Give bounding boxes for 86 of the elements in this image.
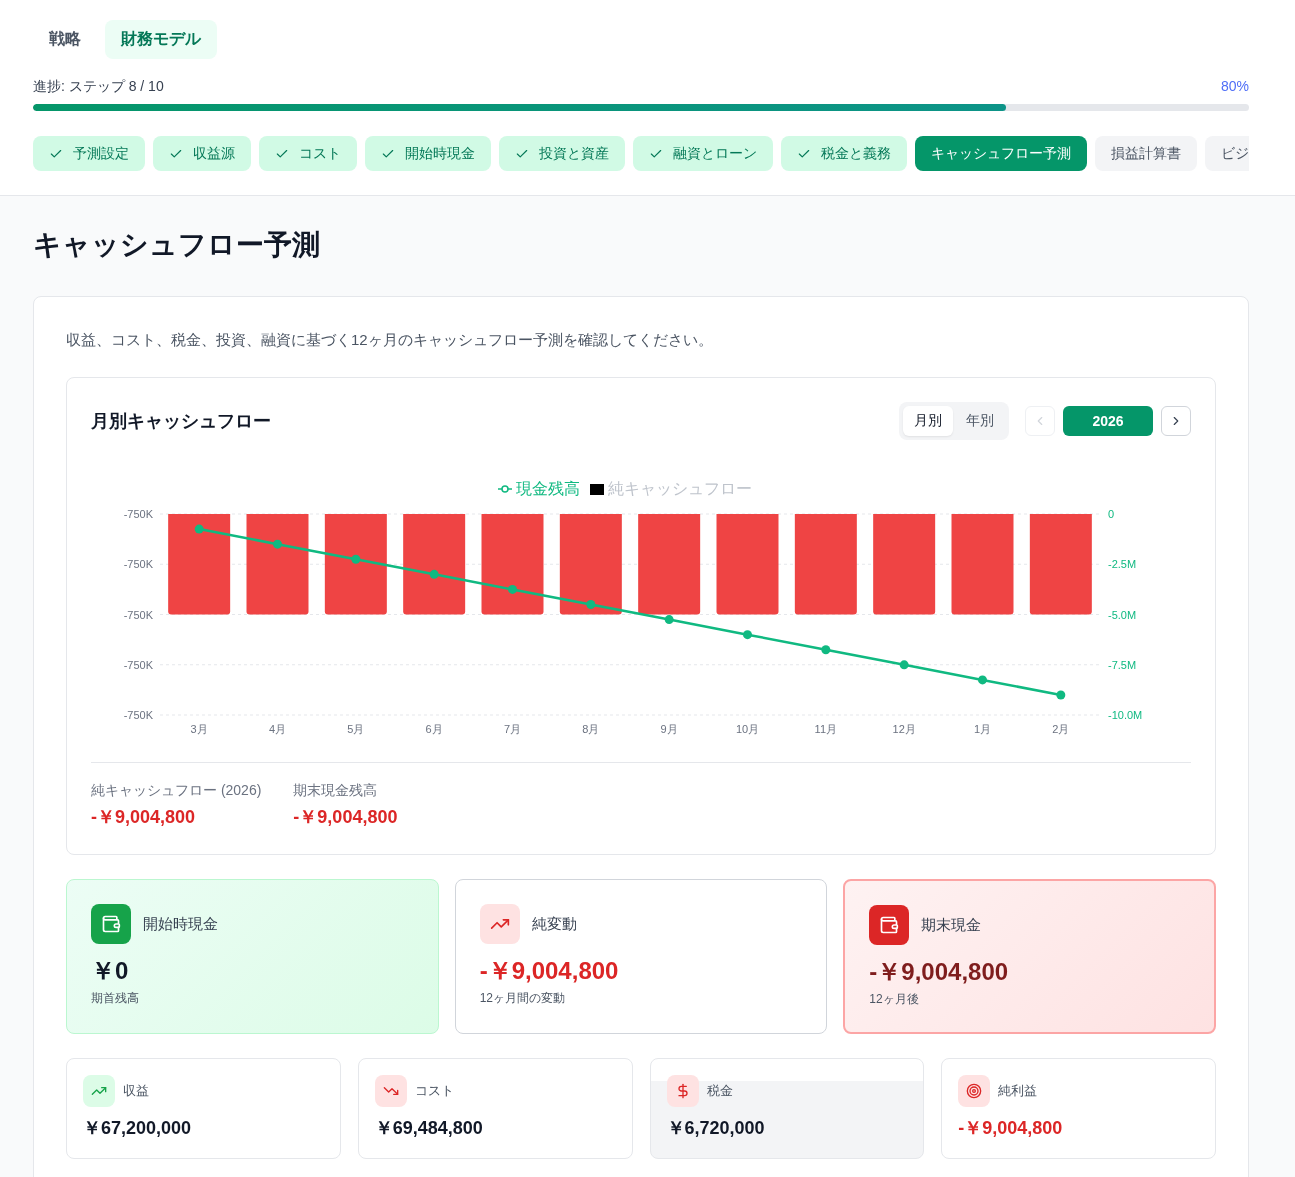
legend-line-icon <box>498 485 512 493</box>
legend-square-icon <box>590 483 604 495</box>
data-point <box>978 675 987 685</box>
tab[interactable]: 戦略 <box>33 20 97 59</box>
data-point <box>351 554 361 564</box>
trend-up-icon <box>479 904 520 944</box>
data-point <box>1056 690 1066 700</box>
wallet-icon <box>91 904 131 944</box>
step-chip[interactable]: 投資と資産 <box>499 136 625 171</box>
axis-label: -10.0M <box>1108 709 1143 721</box>
data-point <box>194 524 204 534</box>
step-chip[interactable]: ビジ <box>1205 136 1249 171</box>
step-chip[interactable]: 税金と義務 <box>781 136 907 171</box>
axis-label: -750K <box>123 508 153 520</box>
data-point <box>586 600 596 609</box>
step-chip[interactable]: 損益計算書 <box>1095 136 1197 171</box>
page-title: キャッシュフロー予測 <box>33 228 321 262</box>
stat-caption: 12ヶ月後 <box>869 991 920 1008</box>
axis-label: -7.5M <box>1108 658 1137 671</box>
data-point <box>273 539 282 549</box>
stat-label: 開始時現金 <box>143 914 218 934</box>
axis-label: 12月 <box>892 723 916 735</box>
view-option[interactable]: 月別 <box>903 406 953 436</box>
axis-label: 0 <box>1108 508 1115 520</box>
data-point <box>821 645 831 655</box>
progress-percent: 80% <box>1220 77 1249 96</box>
stat-label: 期末現金 <box>921 915 982 935</box>
axis-label: -750K <box>123 608 153 621</box>
axis-label: 2月 <box>1052 723 1070 735</box>
progress-label: 進捗: ステップ 8 / 10 <box>33 77 164 96</box>
stat-value: ￥0 <box>91 956 130 986</box>
trend-down-icon <box>374 1075 407 1107</box>
stat-label: 純変動 <box>531 914 577 934</box>
stat-caption: 12ヶ月間の変動 <box>479 990 566 1007</box>
summary-value: -￥9,004,800 <box>91 806 197 829</box>
trend-up-icon <box>83 1075 115 1107</box>
step-chip[interactable]: 予測設定 <box>33 136 145 171</box>
stat-value: -￥9,004,800 <box>869 957 1010 987</box>
axis-label: 8月 <box>582 723 600 735</box>
axis-label: 1月 <box>973 723 992 735</box>
axis-label: 3月 <box>190 723 208 735</box>
data-point <box>899 660 909 670</box>
data-point <box>664 615 674 625</box>
axis-label: -750K <box>123 709 153 721</box>
axis-label: 7月 <box>503 723 522 735</box>
axis-label: 4月 <box>268 723 287 735</box>
metric-label: 収益 <box>123 1082 149 1100</box>
axis-label: 6月 <box>425 723 443 735</box>
step-chip[interactable]: キャッシュフロー予測 <box>915 136 1087 171</box>
stat-value: -￥9,004,800 <box>479 956 620 986</box>
step-chip[interactable]: 融資とローン <box>633 136 773 171</box>
summary-label: 純キャッシュフロー (2026) <box>91 781 262 800</box>
metric-value: ￥69,484,800 <box>374 1117 484 1140</box>
metric-value: -￥9,004,800 <box>958 1117 1064 1140</box>
dollar-sign-icon <box>666 1075 699 1107</box>
metric-value: ￥6,720,000 <box>666 1117 766 1140</box>
description: 収益、コスト、税金、投資、融資に基づく12ヶ月のキャッシュフロー予測を確認してください。 <box>66 330 714 350</box>
data-point <box>743 630 752 640</box>
wallet-icon <box>869 905 910 945</box>
next-year-button[interactable] <box>1161 406 1191 436</box>
view-option[interactable]: 年別 <box>955 406 1005 436</box>
summary-label: 期末現金残高 <box>293 781 379 800</box>
axis-label: -750K <box>123 558 153 571</box>
axis-label: -2.5M <box>1108 558 1137 571</box>
year-button[interactable]: 2026 <box>1063 406 1153 436</box>
legend-label[interactable]: 現金残高 <box>516 479 580 499</box>
axis-label: 5月 <box>347 723 365 735</box>
tab[interactable]: 財務モデル <box>105 20 217 59</box>
chart-title: 月別キャッシュフロー <box>91 410 271 433</box>
axis-label: 11月 <box>814 723 838 735</box>
axis-label: -750K <box>123 658 153 671</box>
axis-label: 10月 <box>735 723 760 735</box>
step-chip[interactable]: コスト <box>259 136 357 171</box>
step-chip[interactable]: 開始時現金 <box>365 136 491 171</box>
metric-value: ￥67,200,000 <box>83 1117 193 1140</box>
axis-label: -5.0M <box>1108 608 1137 621</box>
summary-value: -￥9,004,800 <box>293 806 398 829</box>
axis-label: 9月 <box>660 723 678 735</box>
metric-label: 税金 <box>706 1082 733 1100</box>
metric-label: 純利益 <box>998 1082 1038 1100</box>
stat-caption: 期首残高 <box>91 990 140 1007</box>
target-icon <box>958 1075 991 1107</box>
step-chip[interactable]: 収益源 <box>153 136 251 171</box>
data-point <box>429 569 439 579</box>
data-point <box>508 584 517 594</box>
metric-label: コスト <box>414 1082 454 1100</box>
